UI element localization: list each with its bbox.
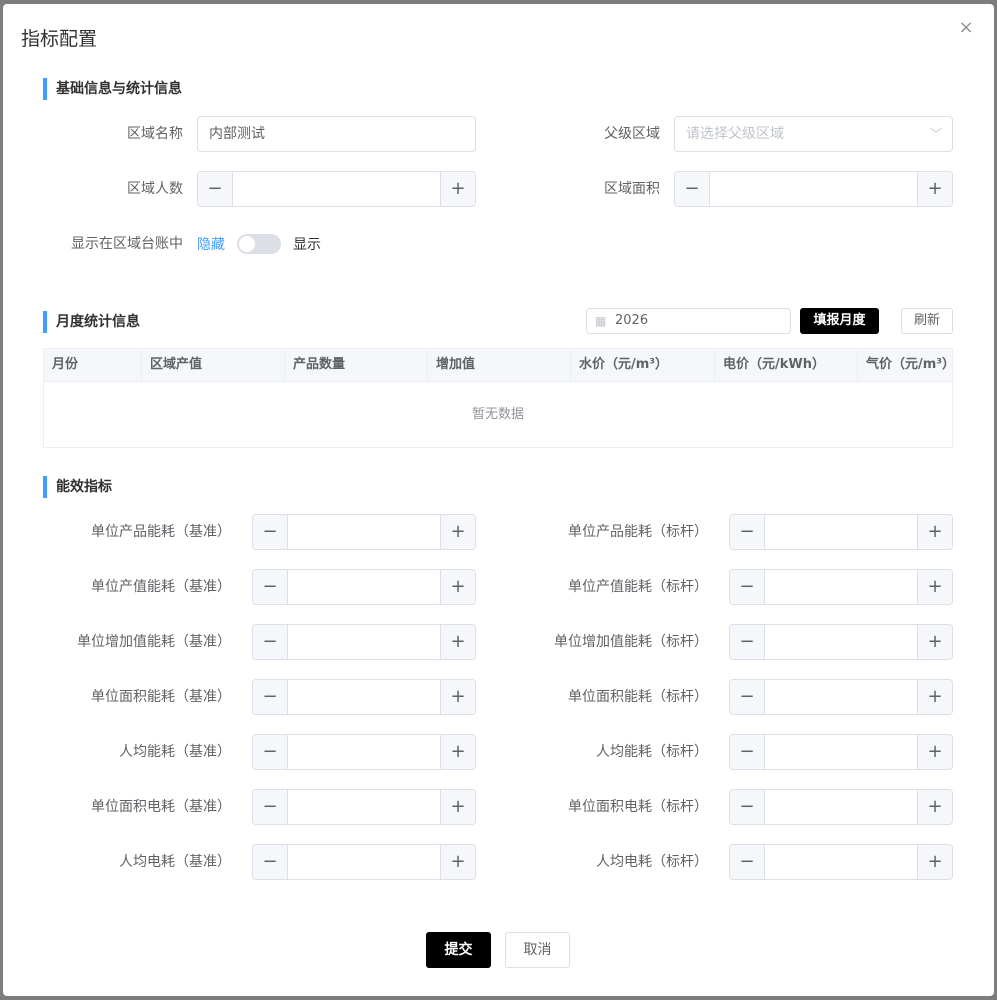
efficiency-stepper-benchmark[interactable]: − +	[729, 789, 953, 825]
area-name-input[interactable]: 内部测试	[197, 116, 476, 152]
efficiency-label-benchmark: 人均电耗（标杆）	[596, 854, 708, 870]
plus-icon[interactable]: +	[440, 790, 475, 824]
efficiency-stepper-baseline[interactable]: − +	[252, 569, 476, 605]
table-header: 月份 区域产值 产品数量 增加值 水价（元/m³） 电价（元/kWh） 气价（元…	[44, 349, 952, 382]
plus-icon[interactable]: +	[440, 172, 475, 206]
calendar-icon: ▦	[595, 314, 607, 328]
efficiency-stepper-baseline[interactable]: − +	[252, 679, 476, 715]
cancel-button[interactable]: 取消	[505, 932, 570, 968]
efficiency-stepper-benchmark[interactable]: − +	[729, 514, 953, 550]
plus-icon[interactable]: +	[917, 172, 952, 206]
year-value: 2026	[615, 313, 649, 328]
efficiency-stepper-baseline[interactable]: − +	[252, 514, 476, 550]
refresh-button[interactable]: 刷新	[901, 308, 953, 334]
efficiency-stepper-benchmark[interactable]: − +	[729, 844, 953, 880]
minus-icon[interactable]: −	[253, 680, 288, 714]
efficiency-label-baseline: 人均电耗（基准）	[119, 854, 231, 870]
efficiency-stepper-baseline[interactable]: − +	[252, 734, 476, 770]
efficiency-label-benchmark: 人均能耗（标杆）	[596, 744, 708, 760]
parent-area-label: 父级区域	[604, 126, 660, 142]
minus-icon[interactable]: −	[730, 735, 765, 769]
switch-off-text[interactable]: 隐藏	[197, 234, 225, 256]
column-header: 电价（元/kWh）	[715, 349, 858, 381]
area-size-label: 区域面积	[604, 181, 660, 197]
submit-button[interactable]: 提交	[426, 932, 491, 968]
switch-knob	[239, 236, 255, 252]
parent-area-select[interactable]: 请选择父级区域 ﹀	[674, 116, 953, 152]
plus-icon[interactable]: +	[440, 570, 475, 604]
plus-icon[interactable]: +	[440, 625, 475, 659]
efficiency-label-baseline: 人均能耗（基准）	[119, 744, 231, 760]
minus-icon[interactable]: −	[675, 172, 710, 206]
minus-icon[interactable]: −	[253, 735, 288, 769]
plus-icon[interactable]: +	[917, 625, 952, 659]
column-header: 增加值	[428, 349, 571, 381]
plus-icon[interactable]: +	[917, 790, 952, 824]
minus-icon[interactable]: −	[730, 515, 765, 549]
efficiency-label-benchmark: 单位产品能耗（标杆）	[568, 524, 708, 540]
area-name-label: 区域名称	[127, 126, 183, 142]
section-title-basic: 基础信息与统计信息	[43, 78, 182, 100]
minus-icon[interactable]: −	[730, 845, 765, 879]
section-title-efficiency: 能效指标	[43, 476, 112, 498]
switch-on-text[interactable]: 显示	[293, 234, 321, 256]
efficiency-stepper-baseline[interactable]: − +	[252, 789, 476, 825]
minus-icon[interactable]: −	[253, 515, 288, 549]
efficiency-stepper-benchmark[interactable]: − +	[729, 734, 953, 770]
plus-icon[interactable]: +	[917, 735, 952, 769]
efficiency-stepper-benchmark[interactable]: − +	[729, 569, 953, 605]
plus-icon[interactable]: +	[440, 735, 475, 769]
plus-icon[interactable]: +	[917, 515, 952, 549]
parent-area-placeholder: 请选择父级区域	[686, 126, 784, 142]
column-header: 月份	[44, 349, 142, 381]
minus-icon[interactable]: −	[730, 625, 765, 659]
show-in-ledger-label: 显示在区域台账中	[71, 236, 183, 252]
column-header: 区域产值	[142, 349, 285, 381]
efficiency-label-benchmark: 单位产值能耗（标杆）	[568, 579, 708, 595]
column-header: 气价（元/m³）	[866, 357, 952, 372]
plus-icon[interactable]: +	[917, 680, 952, 714]
minus-icon[interactable]: −	[253, 625, 288, 659]
plus-icon[interactable]: +	[440, 515, 475, 549]
minus-icon[interactable]: −	[198, 172, 233, 206]
efficiency-stepper-baseline[interactable]: − +	[252, 844, 476, 880]
chevron-down-icon: ﹀	[929, 127, 942, 141]
plus-icon[interactable]: +	[917, 570, 952, 604]
plus-icon[interactable]: +	[440, 845, 475, 879]
efficiency-label-baseline: 单位产值能耗（基准）	[91, 579, 231, 595]
efficiency-label-benchmark: 单位面积电耗（标杆）	[568, 799, 708, 815]
efficiency-label-baseline: 单位增加值能耗（基准）	[77, 634, 231, 650]
minus-icon[interactable]: −	[730, 680, 765, 714]
efficiency-label-baseline: 单位面积电耗（基准）	[91, 799, 231, 815]
minus-icon[interactable]: −	[730, 570, 765, 604]
plus-icon[interactable]: +	[917, 845, 952, 879]
minus-icon[interactable]: −	[730, 790, 765, 824]
close-icon[interactable]: ×	[956, 18, 976, 38]
area-size-stepper[interactable]: − +	[674, 171, 953, 207]
population-label: 区域人数	[127, 181, 183, 197]
efficiency-stepper-benchmark[interactable]: − +	[729, 624, 953, 660]
monthly-table: 月份 区域产值 产品数量 增加值 水价（元/m³） 电价（元/kWh） 气价（元…	[43, 348, 953, 448]
efficiency-label-baseline: 单位产品能耗（基准）	[91, 524, 231, 540]
minus-icon[interactable]: −	[253, 790, 288, 824]
efficiency-stepper-benchmark[interactable]: − +	[729, 679, 953, 715]
population-stepper[interactable]: − +	[197, 171, 476, 207]
column-header: 水价（元/m³）	[571, 349, 715, 381]
indicator-config-dialog: 指标配置 × 基础信息与统计信息 区域名称 内部测试 父级区域 请选择父级区域 …	[3, 4, 994, 996]
efficiency-stepper-baseline[interactable]: − +	[252, 624, 476, 660]
year-picker[interactable]: ▦ 2026	[586, 308, 791, 334]
efficiency-label-baseline: 单位面积能耗（基准）	[91, 689, 231, 705]
section-title-monthly: 月度统计信息	[43, 311, 140, 333]
empty-data-text: 暂无数据	[471, 407, 524, 422]
column-header: 产品数量	[285, 349, 428, 381]
minus-icon[interactable]: −	[253, 845, 288, 879]
show-in-ledger-switch[interactable]	[237, 234, 281, 254]
efficiency-label-benchmark: 单位增加值能耗（标杆）	[554, 634, 708, 650]
plus-icon[interactable]: +	[440, 680, 475, 714]
minus-icon[interactable]: −	[253, 570, 288, 604]
efficiency-label-benchmark: 单位面积能耗（标杆）	[568, 689, 708, 705]
dialog-title: 指标配置	[21, 28, 98, 50]
fill-monthly-button[interactable]: 填报月度	[800, 308, 879, 334]
